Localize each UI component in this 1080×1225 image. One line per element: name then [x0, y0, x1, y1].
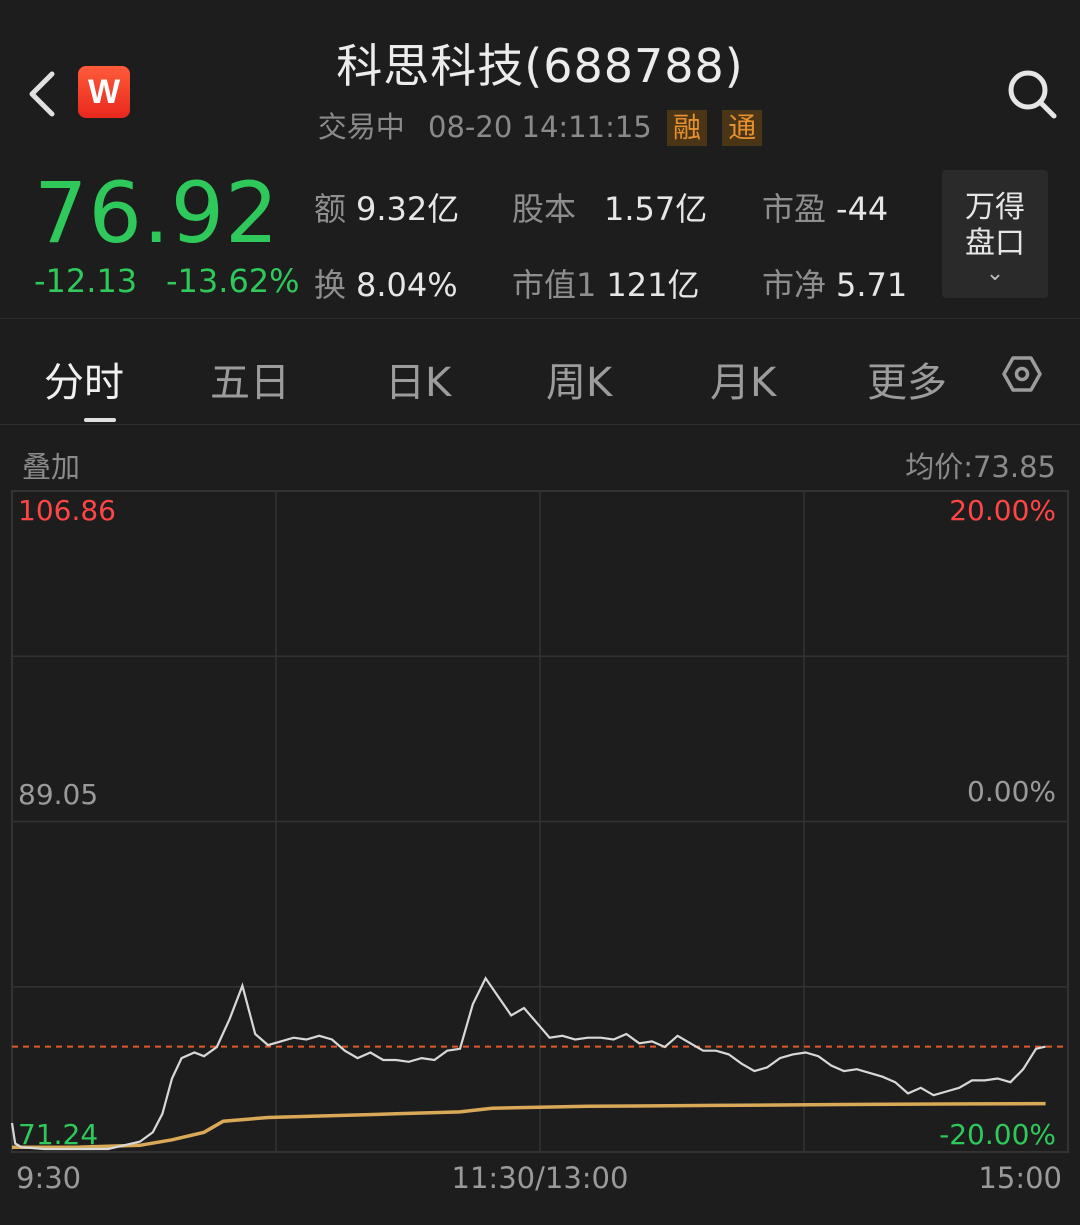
tab-monthly-k[interactable]: 月K — [710, 350, 776, 408]
active-tab-indicator — [84, 418, 116, 422]
wind-quote-label-2: 盘口 — [965, 226, 1025, 261]
trade-status: 交易中 — [317, 110, 405, 144]
x-label-open: 9:30 — [16, 1161, 81, 1195]
x-label-close: 15:00 — [978, 1161, 1062, 1195]
stat-label: 市净 — [762, 266, 827, 304]
trade-datetime: 08-20 14:11:15 — [428, 110, 652, 144]
connect-tag: 通 — [722, 110, 763, 146]
search-icon — [1008, 70, 1057, 119]
average-price-line — [12, 1101, 1046, 1149]
stat-pe-ratio: 市盈 -44 — [762, 184, 888, 230]
stat-label: 换 — [314, 266, 347, 304]
stat-value: 1.57亿 — [604, 190, 708, 228]
search-button[interactable] — [1004, 66, 1060, 122]
y-pct-label-bottom: -20.00% — [939, 1118, 1056, 1151]
trade-status-line: 交易中 08-20 14:11:15 融 通 — [0, 104, 1080, 146]
stat-value: 5.71 — [836, 266, 908, 304]
stat-value: 8.04% — [356, 266, 458, 304]
y-price-label-top: 106.86 — [18, 494, 116, 527]
stat-value: 9.32亿 — [356, 190, 460, 228]
wind-quote-label-1: 万得 — [965, 190, 1025, 225]
stat-pb-ratio: 市净 5.71 — [762, 260, 907, 306]
stat-value: -44 — [836, 190, 889, 228]
stat-label: 市盈 — [762, 190, 827, 228]
stat-label: 股本 — [512, 190, 577, 228]
x-label-midday: 11:30/13:00 — [452, 1161, 629, 1195]
stat-market-cap: 市值1 121亿 — [512, 260, 699, 306]
intraday-chart[interactable]: 106.86 89.05 71.24 20.00% 0.00% -20.00% … — [0, 470, 1080, 1210]
stat-label: 额 — [314, 190, 347, 228]
divider — [0, 318, 1080, 319]
y-pct-label-top: 20.00% — [949, 494, 1056, 527]
current-price: 76.92 — [34, 164, 280, 262]
price-line — [10, 976, 1046, 1151]
tab-more[interactable]: 更多 — [867, 350, 947, 408]
margin-tag: 融 — [666, 110, 707, 146]
stat-turnover-rate: 换 8.04% — [314, 260, 458, 306]
wind-quote-button[interactable]: 万得 盘口 ⌄ — [942, 170, 1048, 298]
chart-grid — [11, 490, 1069, 1153]
tab-weekly-k[interactable]: 周K — [546, 350, 612, 408]
hexagon-settings-icon — [1002, 356, 1042, 392]
tab-five-day[interactable]: 五日 — [210, 350, 290, 408]
price-change: -12.13 — [34, 262, 138, 300]
y-price-label-mid: 89.05 — [18, 778, 98, 811]
y-price-label-bottom: 71.24 — [18, 1118, 98, 1151]
stat-turnover-amount: 额 9.32亿 — [314, 184, 459, 230]
price-change-percent: -13.62% — [166, 262, 300, 300]
stat-share-capital: 股本 1.57亿 — [512, 184, 707, 230]
chevron-down-icon: ⌄ — [985, 261, 1005, 286]
divider — [0, 424, 1080, 425]
stat-label: 市值1 — [512, 266, 597, 304]
chart-settings-button[interactable] — [1002, 354, 1042, 394]
tab-daily-k[interactable]: 日K — [385, 350, 451, 408]
tab-intraday[interactable]: 分时 — [44, 350, 124, 408]
stat-value: 121亿 — [606, 266, 700, 304]
y-pct-label-mid: 0.00% — [967, 775, 1056, 808]
page-title: 科思科技(688788) — [336, 39, 744, 93]
